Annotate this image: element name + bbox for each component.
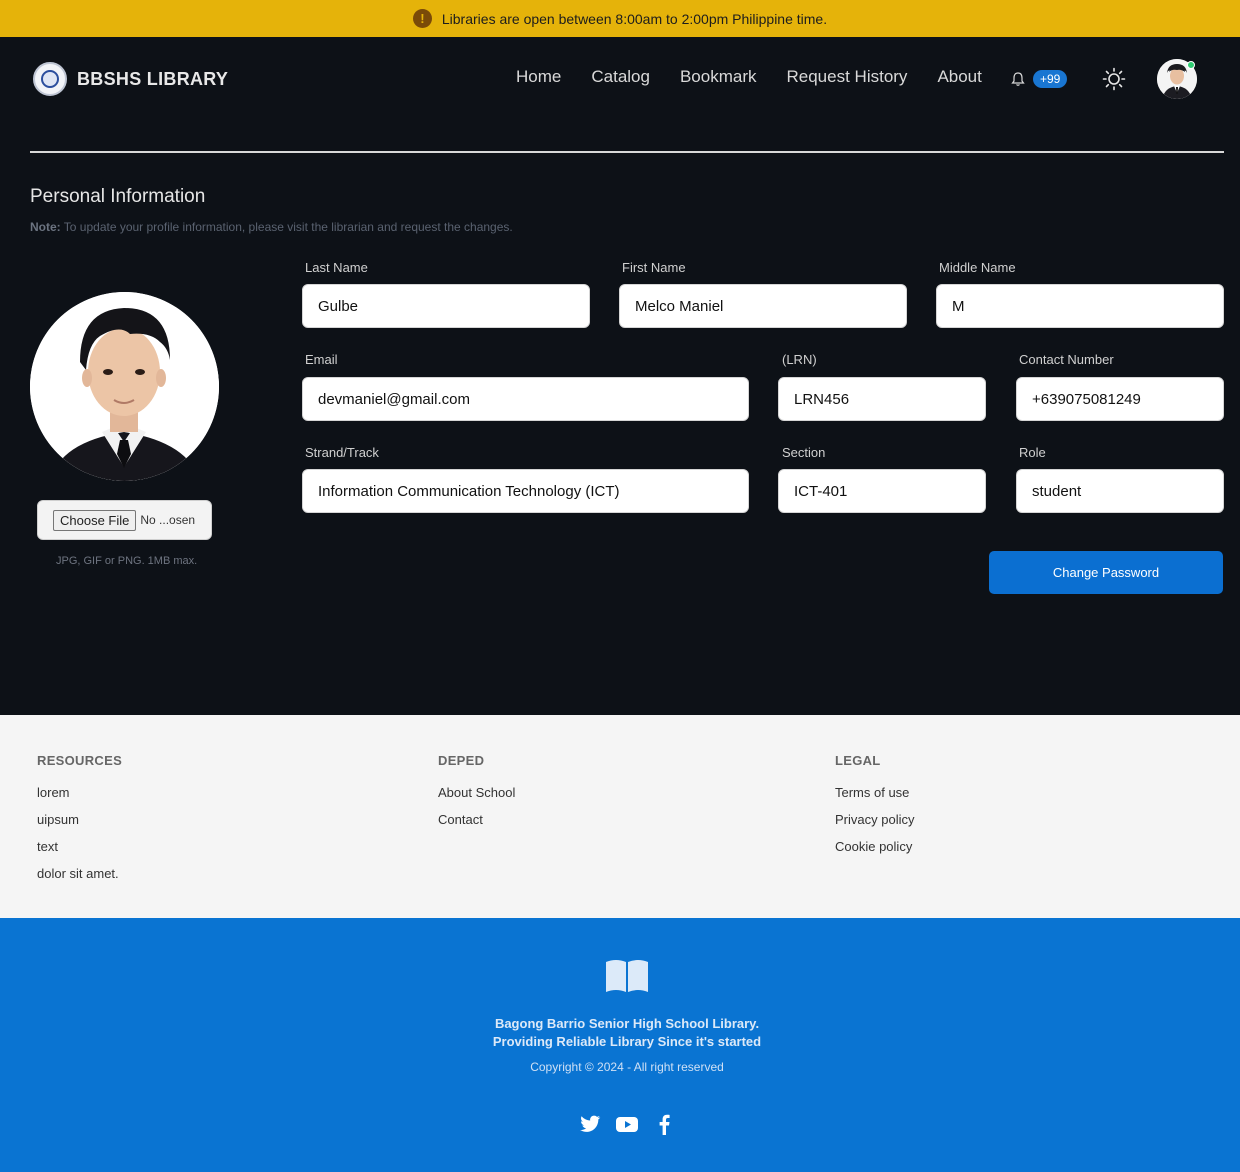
middle-name-field[interactable]: M <box>936 284 1224 328</box>
bell-icon[interactable] <box>1010 71 1026 87</box>
footer-heading-deped: DEPED <box>438 753 485 768</box>
contact-number-label: Contact Number <box>1019 352 1114 367</box>
note-text: To update your profile information, plea… <box>60 220 513 234</box>
nav-catalog[interactable]: Catalog <box>591 67 650 87</box>
change-password-button[interactable]: Change Password <box>989 551 1223 594</box>
first-name-label: First Name <box>622 260 686 275</box>
nav-bookmark[interactable]: Bookmark <box>680 67 757 87</box>
last-name-field[interactable]: Gulbe <box>302 284 590 328</box>
footer-col-legal: LEGAL Terms of use Privacy policy Cookie… <box>835 753 914 866</box>
footer-link[interactable]: uipsum <box>37 812 122 827</box>
footer-link[interactable]: lorem <box>37 785 122 800</box>
school-logo-icon <box>33 62 67 96</box>
nav-links: Home Catalog Bookmark Request History Ab… <box>516 67 982 87</box>
nav-about[interactable]: About <box>937 67 981 87</box>
lrn-label: (LRN) <box>782 352 817 367</box>
first-name-field[interactable]: Melco Maniel <box>619 284 907 328</box>
contact-number-field[interactable]: +639075081249 <box>1016 377 1224 421</box>
file-status: No ...osen <box>140 513 196 527</box>
page-title: Personal Information <box>30 186 206 207</box>
file-upload: Choose File No ...osen <box>37 500 212 540</box>
twitter-icon[interactable] <box>578 1112 602 1136</box>
footer-col-resources: RESOURCES lorem uipsum text dolor sit am… <box>37 753 122 893</box>
footer-col-deped: DEPED About School Contact <box>438 753 515 839</box>
footer-link[interactable]: Cookie policy <box>835 839 914 854</box>
role-label: Role <box>1019 445 1046 460</box>
brand-name: BBSHS LIBRARY <box>77 68 229 89</box>
middle-name-label: Middle Name <box>939 260 1016 275</box>
footer-heading-legal: LEGAL <box>835 753 881 768</box>
footer-link[interactable]: Contact <box>438 812 515 827</box>
footer-bottom: Bagong Barrio Senior High School Library… <box>0 918 1240 1172</box>
section-label: Section <box>782 445 826 460</box>
note-label: Note: <box>30 220 61 234</box>
section-field[interactable]: ICT-401 <box>778 469 986 513</box>
facebook-icon[interactable] <box>652 1112 676 1136</box>
strand-label: Strand/Track <box>305 445 379 460</box>
last-name-label: Last Name <box>305 260 368 275</box>
footer-link[interactable]: Terms of use <box>835 785 914 800</box>
nav-home[interactable]: Home <box>516 67 561 87</box>
footer-heading-resources: RESOURCES <box>37 753 123 768</box>
footer-school-name: Bagong Barrio Senior High School Library… <box>494 1016 760 1031</box>
online-status-dot <box>1187 61 1195 69</box>
strand-field[interactable]: Information Communication Technology (IC… <box>302 469 749 513</box>
navbar: BBSHS LIBRARY Home Catalog Bookmark Requ… <box>0 37 1240 121</box>
youtube-icon[interactable] <box>615 1112 639 1136</box>
notification-badge[interactable]: +99 <box>1033 70 1068 88</box>
choose-file-button[interactable]: Choose File <box>53 509 137 531</box>
email-field[interactable]: devmaniel@gmail.com <box>302 377 749 421</box>
footer-link[interactable]: About School <box>438 785 515 800</box>
footer-link[interactable]: Privacy policy <box>835 812 914 827</box>
book-icon <box>606 960 648 992</box>
profile-photo <box>30 292 219 481</box>
footer-links: RESOURCES lorem uipsum text dolor sit am… <box>0 715 1240 918</box>
email-label: Email <box>305 352 338 367</box>
footer-link[interactable]: dolor sit amet. <box>37 866 122 881</box>
footer-link[interactable]: text <box>37 839 122 854</box>
theme-toggle-sun-icon[interactable] <box>1102 67 1126 91</box>
file-hint: JPG, GIF or PNG. 1MB max. <box>56 555 198 567</box>
profile-note: Note: To update your profile information… <box>30 220 513 234</box>
divider <box>30 151 1224 153</box>
footer-copyright: Copyright © 2024 - All right reserved <box>530 1060 724 1074</box>
nav-request-history[interactable]: Request History <box>787 67 908 87</box>
role-field[interactable]: student <box>1016 469 1224 513</box>
lrn-field[interactable]: LRN456 <box>778 377 986 421</box>
footer-tagline: Providing Reliable Library Since it's st… <box>492 1034 762 1049</box>
exclamation-icon: ! <box>412 9 432 28</box>
announcement-text: Libraries are open between 8:00am to 2:0… <box>441 10 828 27</box>
announcement-bar: ! Libraries are open between 8:00am to 2… <box>0 0 1240 37</box>
brand[interactable]: BBSHS LIBRARY <box>33 62 228 96</box>
